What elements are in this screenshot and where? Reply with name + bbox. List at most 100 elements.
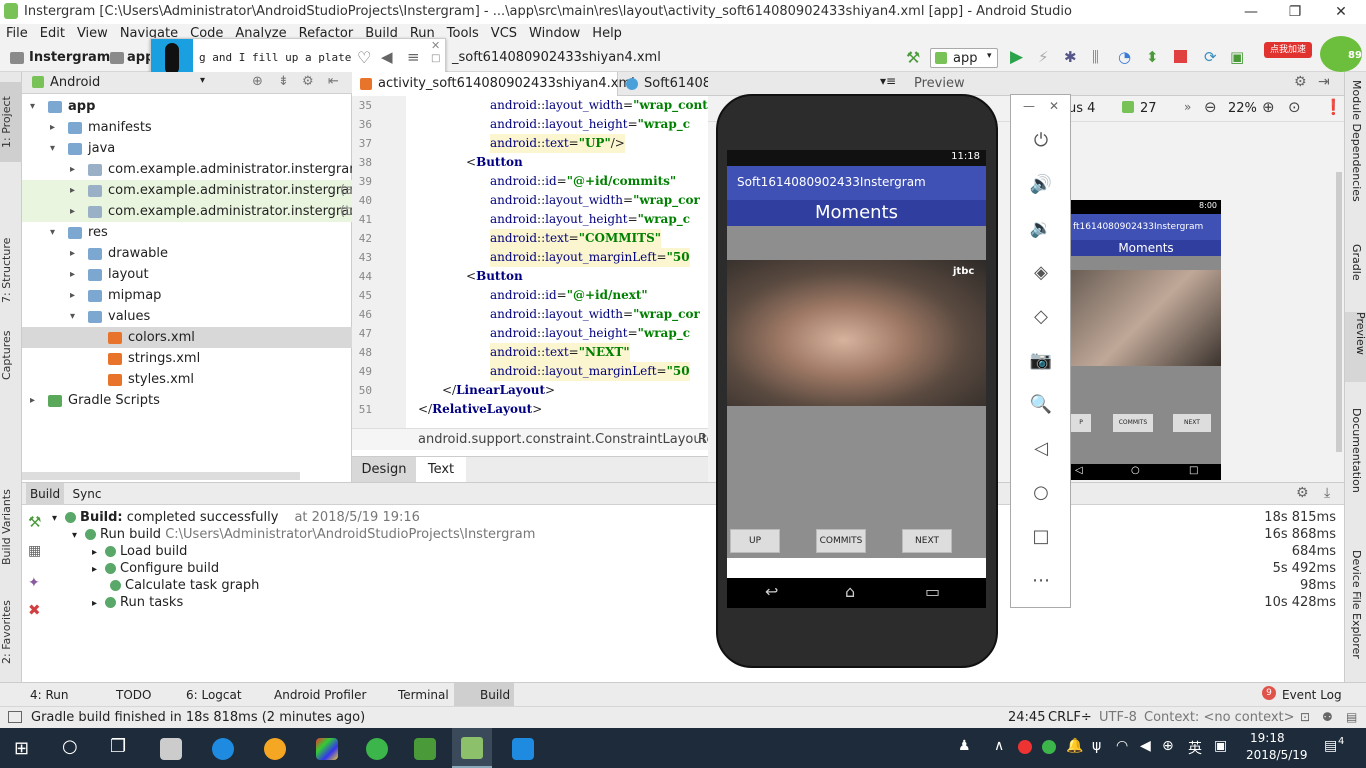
- tab-java-file[interactable]: Soft614080902433shiyan4.java: [618, 72, 708, 96]
- hammer-icon[interactable]: ⚒: [28, 513, 41, 531]
- breadcrumb-constraint-layout[interactable]: android.support.constraint.ConstraintLay…: [418, 432, 707, 447]
- tool-tab-build[interactable]: Build: [454, 683, 514, 706]
- overview-icon[interactable]: □: [1029, 525, 1053, 549]
- code-line[interactable]: android::text="UP"/>: [490, 134, 625, 153]
- speaker-icon[interactable]: ◀: [1140, 738, 1151, 754]
- tree-item[interactable]: styles.xml: [22, 369, 352, 390]
- hide-icon[interactable]: ⇤: [328, 74, 339, 89]
- tree-item[interactable]: ▸ Gradle Scripts: [22, 390, 352, 411]
- camera-icon[interactable]: 📷: [1029, 349, 1053, 373]
- tool-tab-favorites[interactable]: 2: Favorites: [0, 592, 22, 672]
- run-config-select[interactable]: app ▾: [930, 48, 998, 68]
- tool-tab-preview[interactable]: Preview: [1345, 312, 1366, 382]
- api-level-select[interactable]: 27: [1140, 101, 1157, 116]
- tree-item[interactable]: ▸ manifests: [22, 117, 352, 138]
- hammer-icon[interactable]: ⚒: [906, 48, 920, 67]
- chevron-right-icon[interactable]: ▸: [70, 264, 75, 285]
- attach-icon[interactable]: ⫼: [1092, 48, 1099, 66]
- close-icon[interactable]: ✕: [431, 39, 440, 52]
- inspector-icon[interactable]: ⚉: [1322, 710, 1333, 724]
- profile-icon[interactable]: ◔: [1118, 48, 1131, 66]
- code-line[interactable]: android::text="COMMITS": [490, 229, 662, 248]
- chevron-right-icon[interactable]: ▸: [70, 180, 75, 201]
- menu-vcs[interactable]: VCS: [485, 24, 523, 44]
- tab-build[interactable]: Build: [26, 483, 64, 505]
- expand-icon[interactable]: □: [431, 53, 440, 64]
- accelerate-badge[interactable]: 点我加速: [1264, 42, 1312, 58]
- code-line[interactable]: android::layout_height="wrap_c: [490, 115, 690, 134]
- code-line[interactable]: android::text="NEXT": [490, 343, 630, 362]
- tool-tab-documentation[interactable]: Documentation: [1349, 408, 1363, 508]
- build-row[interactable]: ▾ Run build C:\Users\Administrator\Androi…: [72, 526, 1342, 543]
- code-line[interactable]: android::layout_marginLeft="50: [490, 248, 690, 267]
- sync-icon[interactable]: ⟳: [1204, 48, 1217, 66]
- hide-icon[interactable]: ⇥: [1318, 74, 1330, 90]
- tray-expand-icon[interactable]: ∧: [994, 738, 1004, 754]
- code-line[interactable]: android::id="@+id/next": [490, 286, 648, 305]
- attach-debugger-icon[interactable]: ⬍: [1146, 48, 1159, 66]
- tool-tab-device-file-explorer[interactable]: Device File Explorer: [1349, 550, 1363, 680]
- tree-item[interactable]: strings.xml: [22, 348, 352, 369]
- chevron-right-icon[interactable]: ▸: [70, 243, 75, 264]
- chevron-down-icon[interactable]: ▾: [30, 96, 35, 117]
- code-line[interactable]: android::layout_width="wrap_cor: [490, 305, 700, 324]
- home-icon[interactable]: ○: [1029, 481, 1053, 505]
- app-icon-1[interactable]: [160, 738, 182, 760]
- chevron-down-icon[interactable]: ▾: [72, 530, 77, 541]
- avd-manager-icon[interactable]: ▣: [1230, 48, 1244, 66]
- menu-edit[interactable]: Edit: [34, 24, 71, 44]
- close-button[interactable]: ✕: [1318, 0, 1364, 24]
- tree-item[interactable]: ▸ drawable: [22, 243, 352, 264]
- line-separator[interactable]: CRLF÷: [1048, 710, 1092, 725]
- tool-tab-profiler[interactable]: Android Profiler: [274, 688, 366, 702]
- clock-date[interactable]: 2018/5/19: [1246, 748, 1308, 762]
- code-line[interactable]: </RelativeLayout>: [418, 400, 542, 419]
- code-line[interactable]: android::id="@+id/commits": [490, 172, 676, 191]
- chevron-down-icon[interactable]: ▾: [52, 513, 57, 524]
- back-icon[interactable]: ◁: [1029, 437, 1053, 461]
- rotate-left-icon[interactable]: ◈: [1029, 261, 1053, 285]
- apply-changes-icon[interactable]: ⚡: [1038, 48, 1049, 66]
- tool-tab-captures[interactable]: Captures: [0, 320, 22, 390]
- app-icon-4[interactable]: [316, 738, 338, 760]
- cursor-position[interactable]: 24:45: [1008, 710, 1045, 725]
- power-icon[interactable]: ⏻: [1029, 129, 1053, 153]
- breadcrumb-file[interactable]: _soft614080902433shiyan4.xml: [452, 50, 661, 65]
- stop-icon[interactable]: [1174, 50, 1187, 63]
- gear-icon[interactable]: ⚙: [1294, 74, 1307, 90]
- tab-text[interactable]: Text: [416, 457, 466, 483]
- volume-down-icon[interactable]: 🔉: [1029, 217, 1053, 241]
- tree-item[interactable]: ▾ res: [22, 222, 352, 243]
- tray-app-icon-1[interactable]: [1018, 740, 1032, 754]
- notification-center-icon[interactable]: ▤: [1324, 738, 1337, 754]
- code-line[interactable]: <Button: [466, 153, 523, 172]
- heart-icon[interactable]: ♡: [357, 48, 371, 67]
- tool-tab-build-variants[interactable]: Build Variants: [0, 482, 22, 572]
- close-icon[interactable]: ✕: [1049, 99, 1059, 113]
- more-icon[interactable]: »: [1184, 100, 1191, 114]
- volume-icon[interactable]: ◀: [381, 48, 393, 66]
- tab-design[interactable]: Design: [352, 457, 416, 483]
- project-view-select[interactable]: Android: [50, 75, 100, 90]
- chevron-right-icon[interactable]: ▸: [50, 117, 55, 138]
- toggle-panels-icon[interactable]: [8, 711, 22, 723]
- tree-item[interactable]: ▸com.example.administrator.instergram(te…: [22, 201, 365, 222]
- event-log-button[interactable]: Event Log: [1282, 688, 1342, 702]
- ime-icon[interactable]: ▣: [1214, 738, 1227, 754]
- maximize-button[interactable]: ❐: [1272, 0, 1318, 24]
- tree-item[interactable]: ▸ com.example.administrator.instergram: [22, 159, 362, 180]
- menu-window[interactable]: Window: [523, 24, 586, 44]
- tab-sync[interactable]: Sync: [68, 483, 106, 505]
- chevron-right-icon[interactable]: ▸: [70, 159, 75, 180]
- list-icon[interactable]: ≡: [407, 48, 420, 66]
- tab-list-icon[interactable]: ▾≡: [880, 74, 896, 88]
- warning-icon[interactable]: ❗: [1324, 98, 1343, 116]
- tree-item[interactable]: ▾ values: [22, 306, 352, 327]
- chevron-down-icon[interactable]: ▾: [50, 138, 55, 159]
- filter-icon[interactable]: ▦: [28, 543, 41, 559]
- tree-item[interactable]: ▸ layout: [22, 264, 352, 285]
- menu-file[interactable]: File: [0, 24, 34, 44]
- collapse-icon[interactable]: ⇟: [278, 74, 289, 89]
- device-select[interactable]: us 4: [1068, 101, 1095, 116]
- moments-photo[interactable]: jtbc: [727, 260, 986, 406]
